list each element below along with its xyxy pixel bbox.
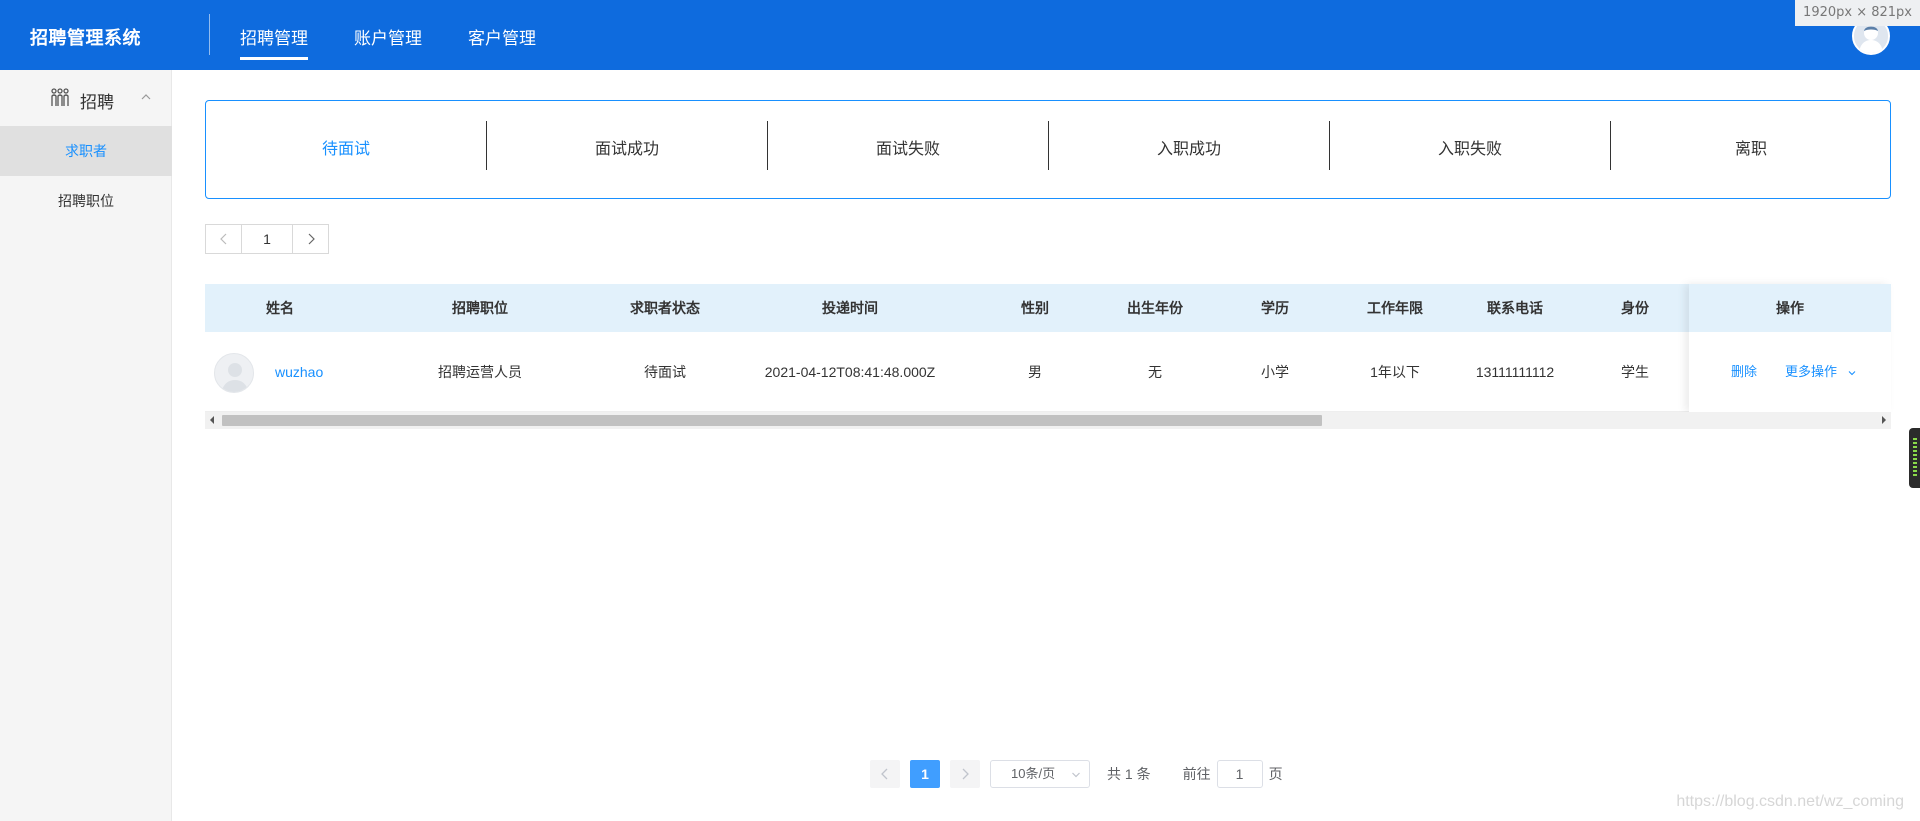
col-identity: 身份: [1621, 300, 1649, 316]
cell-position: 招聘运营人员: [438, 364, 522, 380]
actions-column: 操作 删除 更多操作: [1689, 284, 1891, 412]
page-size-value: 10条/页: [1011, 766, 1056, 781]
mini-next-button[interactable]: [292, 224, 329, 254]
sidebar-group-label: 招聘: [80, 93, 114, 112]
applicant-avatar: [214, 353, 254, 393]
more-actions-dropdown[interactable]: 更多操作: [1785, 332, 1857, 412]
tab-onboard-success[interactable]: 入职成功: [1049, 101, 1329, 198]
cell-phone: 13111111112: [1475, 364, 1555, 380]
cell-education: 小学: [1261, 364, 1289, 380]
col-work-years: 工作年限: [1367, 300, 1423, 316]
cell-submit-time: 2021-04-12T08:41:48.000Z: [764, 364, 936, 380]
col-birth-year: 出生年份: [1127, 300, 1183, 316]
chevron-down-icon: [1848, 370, 1856, 375]
size-badge: 1920px × 821px: [1795, 0, 1920, 26]
pagination: 1 10条/页 共 1 条 前往 页: [870, 760, 1283, 788]
tab-interview-success[interactable]: 面试成功: [487, 101, 767, 198]
top-header: 招聘管理系统 招聘管理 账户管理 客户管理: [0, 0, 1920, 70]
cell-identity: 学生: [1621, 364, 1649, 380]
tab-interview-failed[interactable]: 面试失败: [768, 101, 1048, 198]
delete-link[interactable]: 删除: [1731, 332, 1757, 412]
nav-recruitment-management[interactable]: 招聘管理: [240, 24, 308, 60]
scroll-right-arrow-icon[interactable]: [1882, 416, 1886, 424]
scroll-left-arrow-icon[interactable]: [210, 416, 214, 424]
next-page-button[interactable]: [950, 760, 980, 788]
col-status: 求职者状态: [630, 300, 700, 316]
cell-status: 待面试: [644, 364, 686, 380]
col-education: 学历: [1261, 300, 1289, 316]
nav-customer-management[interactable]: 客户管理: [468, 24, 536, 49]
page-number-1[interactable]: 1: [910, 760, 940, 788]
cell-work-years: 1年以下: [1370, 364, 1420, 380]
goto-page-input[interactable]: [1216, 760, 1263, 788]
header-divider: [209, 14, 210, 55]
avatar-placeholder-icon: [221, 363, 249, 392]
table-row: wuzhao 招聘运营人员 待面试 2021-04-12T08:41:48.00…: [205, 332, 1891, 412]
col-phone: 联系电话: [1487, 300, 1543, 316]
mini-page-number[interactable]: 1: [242, 224, 292, 254]
people-icon: [51, 88, 69, 106]
sidebar: 招聘 求职者 招聘职位: [0, 70, 172, 821]
col-name: 姓名: [266, 300, 294, 316]
side-drawer-handle[interactable]: [1909, 428, 1920, 488]
nav-account-management[interactable]: 账户管理: [354, 24, 422, 49]
col-submit-time: 投递时间: [822, 300, 878, 316]
cell-birth-year: 无: [1148, 364, 1162, 380]
applicant-name-link[interactable]: wuzhao: [275, 332, 323, 412]
job-seeker-table: 姓名 招聘职位 求职者状态 投递时间 性别 出生年份 学历 工作年限 联系电话 …: [205, 284, 1891, 429]
more-actions-label: 更多操作: [1785, 364, 1838, 379]
chevron-right-icon: [308, 233, 315, 245]
tab-pending-interview[interactable]: 待面试: [206, 101, 486, 198]
status-tabs: 待面试 面试成功 面试失败 入职成功 入职失败 离职: [205, 100, 1891, 199]
tab-onboard-failed[interactable]: 入职失败: [1330, 101, 1610, 198]
table-header: 姓名 招聘职位 求职者状态 投递时间 性别 出生年份 学历 工作年限 联系电话 …: [205, 284, 1891, 332]
scrollbar-thumb[interactable]: [222, 415, 1322, 426]
chevron-left-icon: [881, 768, 888, 780]
chevron-down-icon: [1072, 772, 1080, 778]
goto-page: 前往 页: [1183, 760, 1283, 788]
col-actions: 操作: [1689, 284, 1891, 332]
sidebar-item-job-seekers[interactable]: 求职者: [0, 126, 172, 176]
horizontal-scrollbar[interactable]: [205, 412, 1891, 429]
chevron-left-icon: [219, 233, 226, 245]
goto-prefix: 前往: [1182, 766, 1211, 782]
page-size-select[interactable]: 10条/页: [990, 760, 1090, 788]
app-title: 招聘管理系统: [30, 28, 141, 48]
mini-prev-button[interactable]: [205, 224, 242, 254]
sidebar-item-job-positions[interactable]: 招聘职位: [0, 176, 172, 226]
total-count: 共 1 条: [1107, 766, 1151, 782]
col-position: 招聘职位: [452, 300, 508, 316]
goto-suffix: 页: [1268, 766, 1283, 782]
sidebar-group-recruitment[interactable]: 招聘: [0, 70, 172, 126]
cell-gender: 男: [1028, 364, 1042, 380]
tab-resigned[interactable]: 离职: [1611, 101, 1891, 198]
chevron-up-icon: [141, 94, 151, 100]
mini-pager: 1: [205, 224, 329, 254]
watermark: https://blog.csdn.net/wz_coming: [1676, 793, 1904, 810]
col-gender: 性别: [1021, 300, 1049, 316]
chevron-right-icon: [962, 768, 969, 780]
prev-page-button[interactable]: [870, 760, 900, 788]
